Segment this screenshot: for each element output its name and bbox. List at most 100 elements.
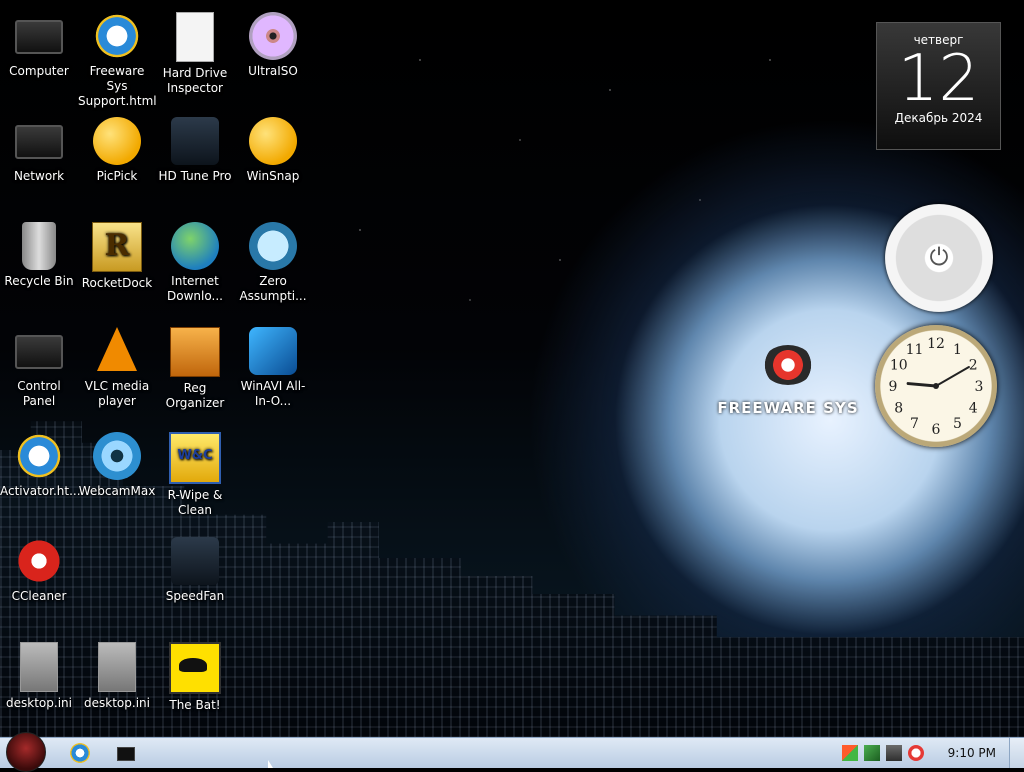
icon-label: Computer	[9, 64, 69, 78]
desktop-icon-rocketdock[interactable]: R RocketDock	[78, 222, 156, 291]
icon-label: WebcamMax	[78, 484, 156, 498]
ccleaner-icon	[15, 537, 63, 585]
start-button[interactable]	[6, 732, 46, 772]
icon-label: Freeware Sys Support.html	[78, 64, 157, 108]
desktop-icon-the-bat[interactable]: The Bat!	[156, 642, 234, 713]
thebat-icon	[169, 642, 221, 694]
winsnap-icon	[249, 117, 297, 165]
webcam-icon	[93, 432, 141, 480]
system-tray: 9:10 PM	[834, 738, 1024, 768]
icon-label: desktop.ini	[84, 696, 150, 710]
icon-label: desktop.ini	[6, 696, 72, 710]
vlc-icon	[97, 327, 137, 371]
network-icon[interactable]	[886, 745, 902, 761]
clock-number: 7	[910, 416, 919, 432]
cpu-meter-gadget[interactable]: ⏻	[885, 204, 993, 312]
desktop-icon-recycle-bin[interactable]: Recycle Bin	[0, 222, 78, 289]
desktop-icon-vlc[interactable]: VLC media player	[78, 327, 156, 409]
desktop-icon-hard-drive-inspector[interactable]: Hard Drive Inspector	[156, 12, 234, 96]
icon-label: WinSnap	[246, 169, 300, 183]
icon-label: VLC media player	[84, 379, 150, 408]
taskbar-internet-explorer[interactable]	[60, 741, 100, 765]
network-icon	[15, 125, 63, 159]
calendar-gadget[interactable]: четверг 12 Декабрь 2024	[876, 22, 1001, 150]
icon-label: WinAVI All-In-O...	[240, 379, 306, 408]
rocketdock-icon: R	[92, 222, 142, 272]
clock-number: 4	[969, 401, 978, 417]
desktop-icon-desktop-ini-1[interactable]: desktop.ini	[0, 642, 78, 711]
recycle-bin-icon	[22, 222, 56, 270]
desktop-icon-control-panel[interactable]: Control Panel	[0, 327, 78, 409]
disc-icon	[249, 12, 297, 60]
ie-document-icon	[93, 12, 141, 60]
show-desktop-button[interactable]	[1009, 738, 1024, 768]
taskbar-clock[interactable]: 9:10 PM	[948, 746, 996, 760]
download-manager-icon	[171, 222, 219, 270]
icon-label: PicPick	[96, 169, 138, 183]
icon-label: CCleaner	[11, 589, 67, 603]
desktop-icon-winsnap[interactable]: WinSnap	[234, 117, 312, 184]
desktop-icon-computer[interactable]: Computer	[0, 12, 78, 79]
hard-drive-inspector-icon	[176, 12, 214, 62]
hard-disk-icon	[171, 117, 219, 165]
clock-gadget[interactable]: 12 1 2 3 4 5 6 7 8 9 10 11	[875, 325, 997, 447]
volume-icon[interactable]	[908, 745, 924, 761]
command-prompt-icon	[117, 747, 135, 761]
icon-label: Recycle Bin	[4, 274, 74, 288]
desktop-icon-freeware-sys-support[interactable]: Freeware Sys Support.html	[78, 12, 157, 109]
settings-file-icon	[98, 642, 136, 692]
icon-label: UltraISO	[248, 64, 298, 78]
reg-organizer-icon	[170, 327, 220, 377]
taskbar: 9:10 PM	[0, 732, 1024, 772]
clock-number: 6	[932, 422, 941, 438]
clock-number: 2	[969, 358, 978, 374]
desktop-icon-ccleaner[interactable]: CCleaner	[0, 537, 78, 604]
rwipe-icon: W&C	[169, 432, 221, 484]
action-center-flag-icon[interactable]	[842, 745, 858, 761]
desktop-icon-network[interactable]: Network	[0, 117, 78, 184]
icon-label: Control Panel	[17, 379, 61, 408]
freeware-sys-emblem-icon	[762, 345, 814, 385]
desktop-icon-activator[interactable]: Activator.ht...	[0, 432, 81, 499]
clock-center	[933, 383, 939, 389]
clock-number: 10	[890, 358, 908, 374]
icon-label: Activator.ht...	[0, 484, 81, 498]
desktop-icon-desktop-ini-2[interactable]: desktop.ini	[78, 642, 156, 711]
calendar-month: Декабрь 2024	[894, 111, 983, 125]
zero-assumption-icon	[249, 222, 297, 270]
icon-label: SpeedFan	[165, 589, 225, 603]
desktop-icon-zero-assumption[interactable]: Zero Assumpti...	[234, 222, 312, 304]
calendar-date: 12	[897, 42, 980, 116]
clock-number: 8	[894, 401, 903, 417]
winavi-icon	[249, 327, 297, 375]
desktop-icon-hd-tune-pro[interactable]: HD Tune Pro	[156, 117, 234, 184]
desktop-icon-picpick[interactable]: PicPick	[78, 117, 156, 184]
desktop-icon-ultraiso[interactable]: UltraISO	[234, 12, 312, 79]
icon-label: Zero Assumpti...	[239, 274, 307, 303]
desktop-icon-reg-organizer[interactable]: Reg Organizer	[156, 327, 234, 411]
mouse-cursor	[268, 760, 273, 768]
internet-explorer-icon	[70, 743, 90, 763]
wallpaper-logo: FREEWARE SYS	[713, 345, 863, 425]
computer-icon	[15, 20, 63, 54]
clock-number: 9	[889, 379, 898, 395]
clock-hour-hand	[906, 382, 938, 388]
clock-number: 5	[953, 416, 962, 432]
desktop-icon-winavi[interactable]: WinAVI All-In-O...	[234, 327, 312, 409]
settings-file-icon	[20, 642, 58, 692]
clock-number: 3	[975, 379, 984, 395]
desktop-icon-webcammax[interactable]: WebcamMax	[78, 432, 156, 499]
icon-label: Hard Drive Inspector	[162, 66, 228, 95]
pen-icon[interactable]	[864, 745, 880, 761]
clock-number: 12	[927, 336, 945, 352]
logo-text: FREEWARE SYS	[717, 399, 859, 417]
icon-label: The Bat!	[169, 698, 221, 712]
desktop-icon-rwipe-clean[interactable]: W&C R-Wipe & Clean	[156, 432, 234, 518]
clock-number: 1	[953, 342, 962, 358]
desktop-icon-speedfan[interactable]: SpeedFan	[156, 537, 234, 604]
desktop-icon-internet-download-manager[interactable]: Internet Downlo...	[156, 222, 234, 304]
ie-document-icon	[15, 432, 63, 480]
clock-minute-hand	[935, 366, 970, 387]
taskbar-command-prompt[interactable]	[106, 741, 146, 765]
icon-label: HD Tune Pro	[158, 169, 232, 183]
